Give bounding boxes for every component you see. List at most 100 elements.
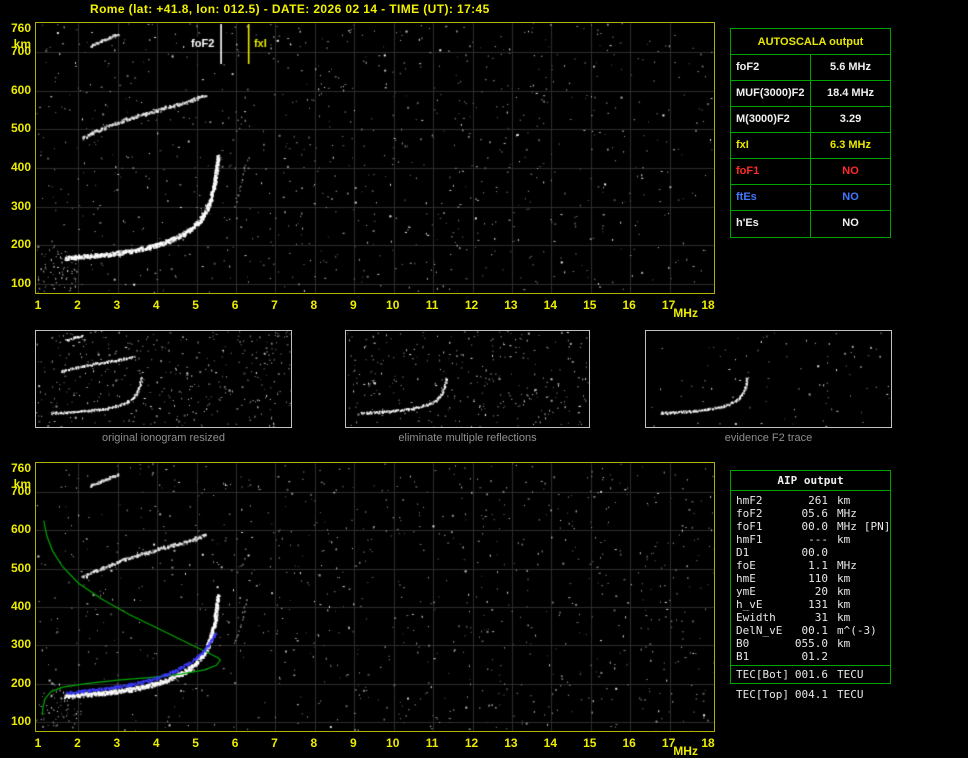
thumbnail-caption-no-multiples: eliminate multiple reflections <box>398 432 537 444</box>
aip-row-delnve: DelN_vE 00.1 m^(-3) <box>736 624 890 637</box>
autoscala-row-fxi: fxI 6.3 MHz <box>731 133 890 159</box>
autoscala-row-muf3000f2: MUF(3000)F2 18.4 MHz <box>731 81 890 107</box>
aip-row-hme: hmE 110 km <box>736 572 890 585</box>
autoscala-param-value: NO <box>842 191 859 203</box>
aip-row-hmf2: hmF2 261 km <box>736 494 890 507</box>
y-axis-unit-km: km <box>13 477 31 491</box>
y-tick-label-500: 500 <box>10 121 31 136</box>
aip-param-unit: TECU <box>837 668 864 681</box>
thumbnail-caption-original: original ionogram resized <box>102 432 225 444</box>
x-tick-label-16: 16 <box>622 298 636 312</box>
autoscala-table-title: AUTOSCALA output <box>731 29 890 55</box>
aip-param-value: 00.0 <box>801 520 829 533</box>
autoscala-param-value: 5.6 MHz <box>830 61 871 73</box>
x-tick-label-18: 18 <box>701 736 715 750</box>
aip-param-value: 00.0 <box>801 546 829 559</box>
y-tick-label-300: 300 <box>10 637 31 652</box>
aip-param-label: TEC[Top] <box>736 688 789 701</box>
x-tick-label-7: 7 <box>271 298 278 312</box>
aip-param-label: hmE <box>736 572 756 585</box>
aip-param-value: 110 <box>808 572 828 585</box>
aip-param-value: 055.0 <box>794 637 828 650</box>
autoscala-param-value: NO <box>842 165 859 177</box>
y-tick-label-100: 100 <box>10 276 31 290</box>
aip-param-label: foF2 <box>736 507 763 520</box>
aip-param-label: Ewidth <box>736 611 776 624</box>
x-tick-label-8: 8 <box>310 736 318 750</box>
aip-param-label: B0 <box>736 637 750 650</box>
y-tick-label-100: 100 <box>10 714 31 728</box>
aip-row-hmf1: hmF1 --- km <box>736 533 890 546</box>
x-tick-label-14: 14 <box>543 736 558 750</box>
x-axis-unit-mhz: MHz <box>673 744 698 758</box>
x-tick-label-6: 6 <box>231 298 239 312</box>
x-tick-label-12: 12 <box>464 736 479 750</box>
x-tick-label-9: 9 <box>349 736 357 750</box>
aip-param-value: 131 <box>808 598 828 611</box>
aip-param-unit: MHz <box>837 507 857 520</box>
x-tick-label-1: 1 <box>34 736 42 750</box>
x-tick-label-4: 4 <box>152 736 160 750</box>
autoscala-row-ftes: ftEs NO <box>731 185 890 211</box>
autoscala-param-value: 18.4 MHz <box>826 87 875 99</box>
aip-param-unit: km <box>837 494 851 507</box>
x-tick-label-3: 3 <box>113 736 121 750</box>
x-tick-label-15: 15 <box>583 298 597 312</box>
aip-param-value: 1.1 <box>808 559 828 572</box>
aip-param-value: --- <box>808 533 828 546</box>
aip-param-label: hmF1 <box>736 533 763 546</box>
autoscala-param-label: fxI <box>731 133 811 158</box>
aip-param-note: [PN] <box>863 520 891 533</box>
autoscala-row-m3000f2: M(3000)F2 3.29 <box>731 107 890 133</box>
autoscala-row-fof1: foF1 NO <box>731 159 890 185</box>
autoscala-param-label: h'Es <box>731 211 811 237</box>
x-tick-label-11: 11 <box>425 736 439 750</box>
aip-table-title: AIP output <box>731 471 890 491</box>
x-tick-label-15: 15 <box>583 736 597 750</box>
aip-output-table: AIP output hmF2 261 km foF2 05.6 MHz foF1 00.0 M… <box>730 470 891 684</box>
aip-row-hve: h_vE 131 km <box>736 598 890 611</box>
aip-row-b1: B1 01.2 <box>736 650 890 663</box>
aip-param-unit: TECU <box>837 688 864 701</box>
thumbnail-caption-f2-evidence: evidence F2 trace <box>724 432 813 444</box>
thumbnail-original-ionogram <box>35 330 292 428</box>
x-tick-label-9: 9 <box>349 298 357 312</box>
y-tick-label-200: 200 <box>10 237 31 252</box>
station-date-time-header: Rome (lat: +41.8, lon: 012.5) - DATE: 20… <box>90 2 490 16</box>
y-tick-label-760: 760 <box>10 461 31 475</box>
aip-param-label: TEC[Bot] <box>736 668 789 681</box>
x-tick-label-11: 11 <box>425 298 439 312</box>
x-tick-label-17: 17 <box>661 298 676 312</box>
x-tick-label-7: 7 <box>271 736 278 750</box>
y-tick-label-500: 500 <box>10 560 31 575</box>
aip-row-foe: foE 1.1 MHz <box>736 559 890 572</box>
aip-param-label: foF1 <box>736 520 763 533</box>
autoscala-param-label: foF1 <box>731 159 811 184</box>
autoscala-param-label: M(3000)F2 <box>731 107 811 132</box>
aip-param-label: hmF2 <box>736 494 763 507</box>
aip-param-unit: m^(-3) <box>837 624 877 637</box>
aip-param-value: 01.2 <box>801 650 829 663</box>
x-axis-unit-mhz: MHz <box>673 306 698 320</box>
aip-param-unit: MHz <box>837 559 857 572</box>
x-tick-label-6: 6 <box>231 736 239 750</box>
aip-tec-bot-host: TEC[Bot] 001.6 TECU <box>731 666 890 683</box>
aip-param-value: 261 <box>808 494 828 507</box>
x-tick-label-13: 13 <box>504 736 518 750</box>
x-tick-label-8: 8 <box>310 298 318 312</box>
x-tick-label-5: 5 <box>192 736 199 750</box>
y-tick-label-200: 200 <box>10 675 31 690</box>
x-tick-label-2: 2 <box>74 298 81 312</box>
autoscala-param-label: foF2 <box>731 55 811 80</box>
aip-param-label: h_vE <box>736 598 763 611</box>
aip-param-value: 004.1 <box>794 688 828 701</box>
thumbnail-canvas-no-multiples <box>346 331 589 427</box>
ionogram-canvas-top <box>36 23 714 293</box>
x-tick-label-17: 17 <box>661 736 676 750</box>
aip-param-value: 05.6 <box>801 507 829 520</box>
aip-row-tecbot: TEC[Bot] 001.6 TECU <box>736 668 890 681</box>
aip-row-yme: ymE 20 km <box>736 585 890 598</box>
x-tick-label-4: 4 <box>152 298 160 312</box>
aip-param-unit: km <box>837 585 851 598</box>
aip-param-unit: km <box>837 572 851 585</box>
